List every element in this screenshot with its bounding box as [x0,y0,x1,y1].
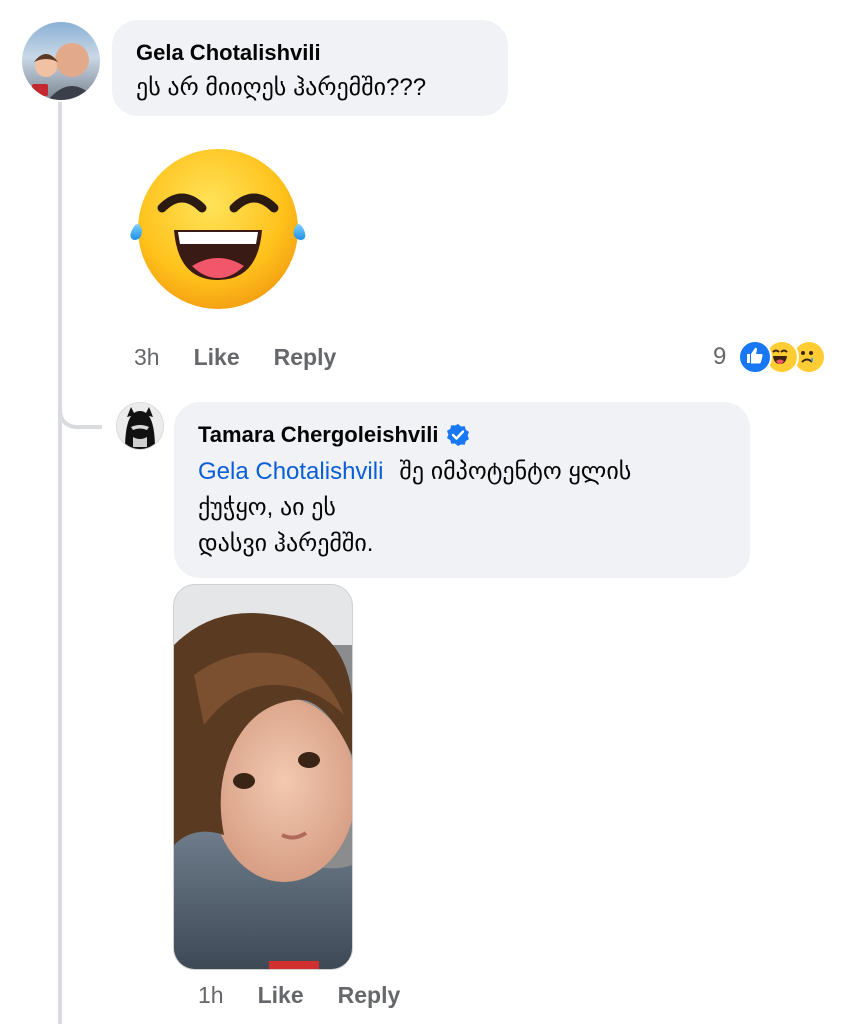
comment-author[interactable]: Gela Chotalishvili [136,40,321,66]
mention-link[interactable]: Gela Chotalishvili [198,458,383,485]
comment-text: ეს არ მიიღეს ჰარემში??? [136,74,427,101]
verified-badge-icon [446,423,470,447]
thread-line [58,102,62,1024]
comment-time[interactable]: 3h [134,344,160,371]
like-button[interactable]: Like [194,344,240,371]
reply-time[interactable]: 1h [198,982,224,1009]
reply-text-line2: ქუჭყო, აი ეს [198,494,336,521]
like-button[interactable]: Like [258,982,304,1009]
reply-button[interactable]: Reply [338,982,401,1009]
reply-meta: 1h Like Reply [198,982,400,1009]
laughing-tears-emoji-icon [118,148,318,310]
reply-text: Gela Chotalishvili შე იმპოტენტო ყლის ქუჭყ… [198,454,738,562]
comment-bubble: Gela Chotalishvili ეს არ მიიღეს ჰარემში?… [112,20,508,116]
reaction-count: 9 [713,343,727,370]
reply-button[interactable]: Reply [274,344,337,371]
reaction-summary[interactable]: 9 [713,340,827,374]
like-reaction-icon [738,340,773,374]
reply-photo[interactable] [173,584,353,970]
reply-author[interactable]: Tamara Chergoleishvili [198,422,438,448]
avatar[interactable] [116,402,164,450]
avatar[interactable] [22,22,100,100]
reply-text-line3: დასვი ჰარემში. [198,530,374,557]
reply-text-line1: შე იმპოტენტო ყლის [399,458,632,485]
reply-bubble: Tamara Chergoleishvili Gela Chotalishvil… [174,402,750,578]
comment-meta: 3h Like Reply [134,344,336,371]
reply-connector [58,385,102,429]
